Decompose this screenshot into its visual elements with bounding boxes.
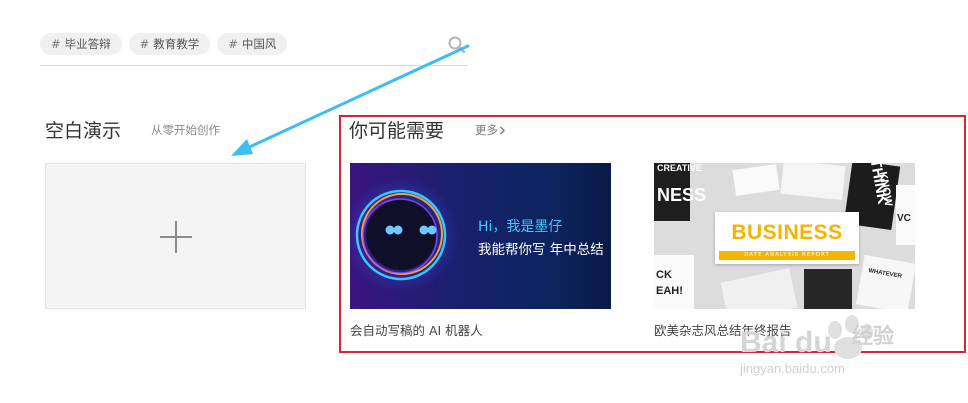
watermark-url: jingyan.baidu.com: [740, 361, 845, 376]
watermark-brand: Bai du: [740, 326, 832, 359]
watermark-text: 经验: [852, 324, 894, 348]
